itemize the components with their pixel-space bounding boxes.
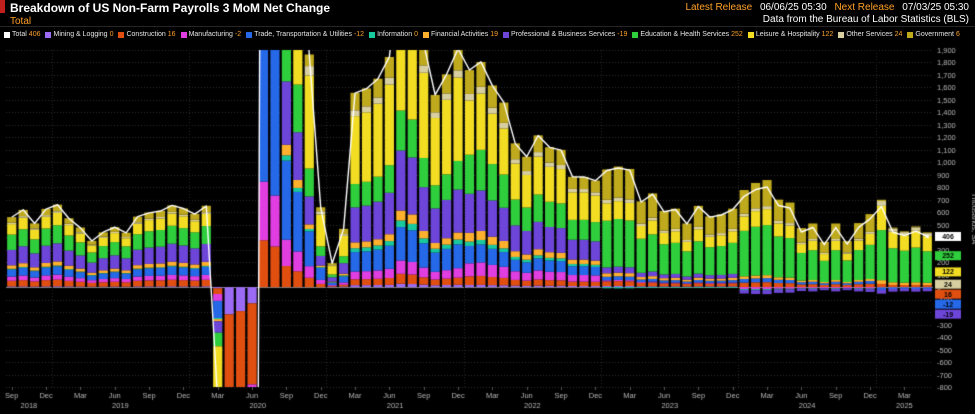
chart-subtitle: Total (10, 16, 330, 27)
legend-swatch-icon (907, 32, 913, 38)
legend-swatch-icon (4, 32, 10, 38)
legend-swatch-icon (118, 32, 124, 38)
legend-item[interactable]: Manufacturing -2 (181, 31, 242, 38)
latest-release-value: 06/06/25 05:30 (760, 2, 827, 13)
legend-value: 252 (731, 31, 743, 38)
legend-label: Construction (126, 31, 165, 38)
legend-label: Government (915, 31, 954, 38)
legend-value: 24 (895, 31, 903, 38)
legend-value: -2 (235, 31, 241, 38)
header: Breakdown of US Non-Farm Payrolls 3 MoM … (0, 0, 975, 26)
legend-swatch-icon (503, 32, 509, 38)
legend-item[interactable]: Information 0 (369, 31, 418, 38)
legend-item[interactable]: Government 6 (907, 31, 959, 38)
legend-label: Manufacturing (189, 31, 233, 38)
payrolls-stacked-bar-chart[interactable] (0, 42, 975, 414)
source-note: Data from the Bureau of Labor Statistics… (680, 14, 969, 26)
legend-swatch-icon (748, 32, 754, 38)
terminal-corner-accent (0, 0, 5, 13)
release-info: Latest Release 06/06/25 05:30 Next Relea… (680, 2, 969, 26)
title-block: Breakdown of US Non-Farm Payrolls 3 MoM … (10, 2, 330, 27)
legend-label: Financial Activities (431, 31, 488, 38)
legend-item[interactable]: Leisure & Hospitality 122 (748, 31, 834, 38)
legend-value: 16 (168, 31, 176, 38)
next-release-label: Next Release (834, 2, 894, 13)
legend-value: 0 (110, 31, 114, 38)
legend-label: Education & Health Services (640, 31, 729, 38)
legend-swatch-icon (632, 32, 638, 38)
legend-label: Total (12, 31, 27, 38)
legend-swatch-icon (838, 32, 844, 38)
legend-swatch-icon (181, 32, 187, 38)
legend-item[interactable]: Other Services 24 (838, 31, 902, 38)
legend-value: -19 (617, 31, 627, 38)
legend-item[interactable]: Mining & Logging 0 (45, 31, 113, 38)
legend-value: 6 (956, 31, 960, 38)
legend-label: Information (377, 31, 412, 38)
legend-label: Mining & Logging (53, 31, 107, 38)
legend-value: 406 (29, 31, 41, 38)
legend-value: 122 (822, 31, 834, 38)
legend-item[interactable]: Total 406 (4, 31, 40, 38)
page-title: Breakdown of US Non-Farm Payrolls 3 MoM … (10, 2, 330, 15)
legend-label: Trade, Transportation & Utilities (254, 31, 352, 38)
legend-swatch-icon (423, 32, 429, 38)
legend-item[interactable]: Construction 16 (118, 31, 175, 38)
legend-label: Other Services (846, 31, 892, 38)
next-release-value: 07/03/25 05:30 (902, 2, 969, 13)
legend: Total 406 Mining & Logging 0 Constructio… (0, 26, 975, 42)
legend-value: -12 (354, 31, 364, 38)
legend-item[interactable]: Financial Activities 19 (423, 31, 498, 38)
legend-label: Professional & Business Services (511, 31, 615, 38)
legend-swatch-icon (45, 32, 51, 38)
release-line: Latest Release 06/06/25 05:30 Next Relea… (680, 2, 969, 14)
legend-swatch-icon (246, 32, 252, 38)
legend-item[interactable]: Trade, Transportation & Utilities -12 (246, 31, 364, 38)
legend-value: 0 (414, 31, 418, 38)
legend-item[interactable]: Education & Health Services 252 (632, 31, 742, 38)
legend-swatch-icon (369, 32, 375, 38)
legend-item[interactable]: Professional & Business Services -19 (503, 31, 627, 38)
latest-release-label: Latest Release (685, 2, 752, 13)
legend-label: Leisure & Hospitality (756, 31, 820, 38)
legend-value: 19 (490, 31, 498, 38)
